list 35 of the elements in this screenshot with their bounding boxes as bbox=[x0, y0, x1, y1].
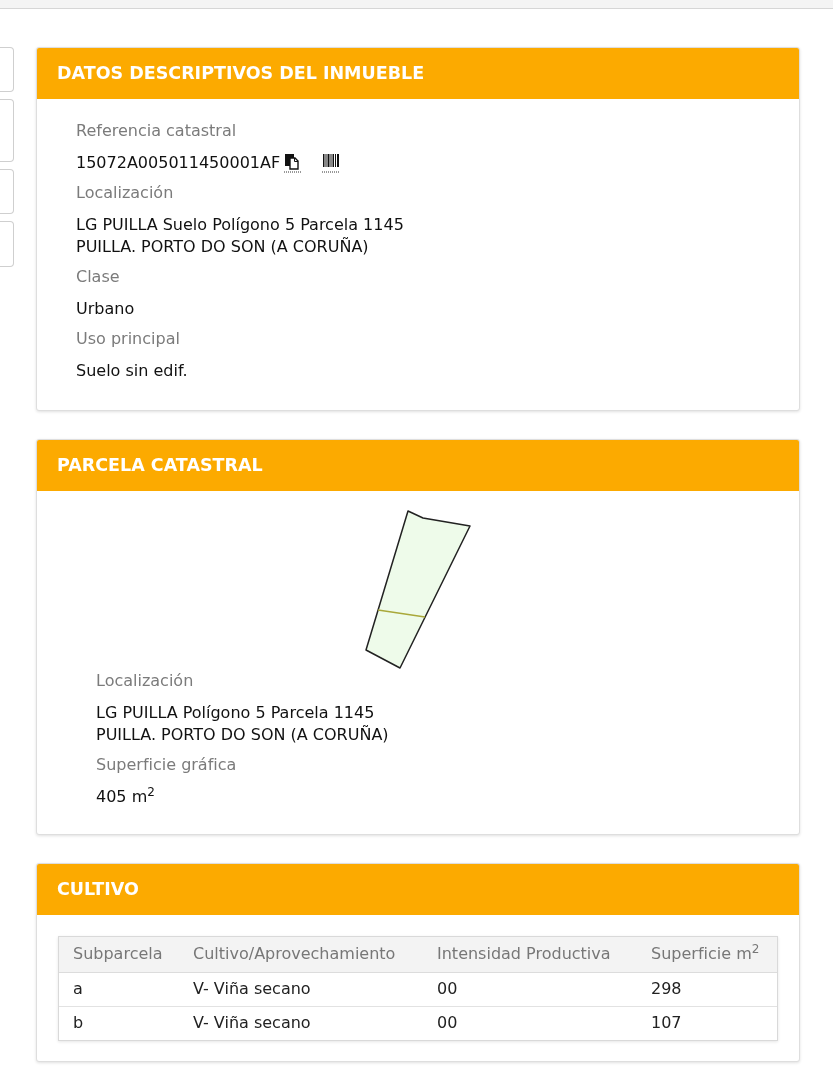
table-cell: 107 bbox=[637, 1006, 777, 1040]
table-cell: 298 bbox=[637, 972, 777, 1006]
side-tab[interactable] bbox=[0, 99, 14, 162]
column-header: Cultivo/Aprovechamiento bbox=[179, 937, 423, 972]
table-cell: 00 bbox=[423, 1006, 637, 1040]
field-label: Uso principal bbox=[76, 328, 180, 350]
section-title: PARCELA CATASTRAL bbox=[57, 454, 263, 478]
table-cell: 00 bbox=[423, 972, 637, 1006]
table-cell: V- Viña secano bbox=[179, 1006, 423, 1040]
table-cell: a bbox=[59, 972, 179, 1006]
field-value: PUILLA. PORTO DO SON (A CORUÑA) bbox=[96, 724, 389, 746]
copy-icon[interactable] bbox=[284, 153, 302, 173]
field-label: Localización bbox=[76, 182, 174, 204]
column-header: Superficie m$^{2}$ bbox=[637, 937, 777, 972]
section-title: DATOS DESCRIPTIVOS DEL INMUEBLE bbox=[57, 62, 425, 86]
side-tab[interactable] bbox=[0, 47, 14, 92]
column-header: Intensidad Productiva bbox=[423, 937, 637, 972]
field-value: LG PUILLA Suelo Polígono 5 Parcela 1145 bbox=[76, 214, 404, 236]
side-tab[interactable] bbox=[0, 169, 14, 214]
field-label: Localización bbox=[96, 670, 194, 692]
field-value: LG PUILLA Polígono 5 Parcela 1145 bbox=[96, 702, 375, 724]
side-tab[interactable] bbox=[0, 221, 14, 267]
barcode-icon[interactable] bbox=[322, 153, 341, 173]
section-title: CULTIVO bbox=[57, 878, 139, 902]
field-value: 405 m$^{2}$ bbox=[96, 786, 155, 808]
cadastral-reference: 15072A005011450001AF bbox=[76, 152, 281, 174]
column-header: Subparcela bbox=[59, 937, 179, 972]
field-label: Clase bbox=[76, 266, 120, 288]
table-cell: b bbox=[59, 1006, 179, 1040]
field-label: Superficie gráfica bbox=[96, 754, 237, 776]
field-value: Suelo sin edif. bbox=[76, 360, 188, 382]
field-value: Urbano bbox=[76, 298, 135, 320]
field-value: PUILLA. PORTO DO SON (A CORUÑA) bbox=[76, 236, 369, 258]
field-label: Referencia catastral bbox=[76, 120, 237, 142]
table-cell: V- Viña secano bbox=[179, 972, 423, 1006]
